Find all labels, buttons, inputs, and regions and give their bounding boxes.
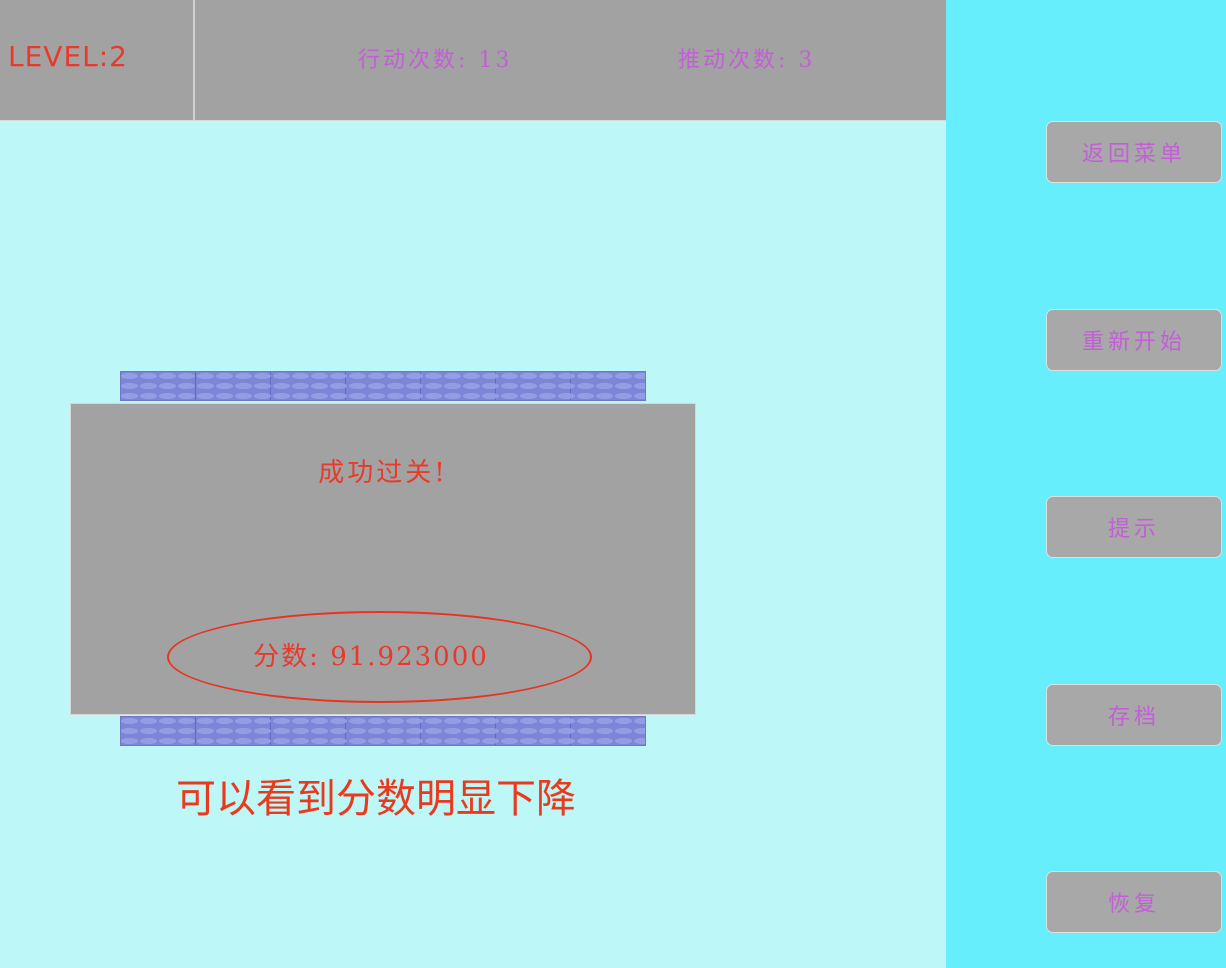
- status-bar: LEVEL:2 行动次数: 13 推动次数: 3: [0, 0, 946, 121]
- move-counter: 行动次数: 13: [358, 48, 513, 73]
- push-counter: 推动次数: 3: [678, 48, 816, 73]
- score-highlight-oval: [167, 611, 592, 703]
- level-panel: LEVEL:2: [0, 0, 195, 120]
- success-title: 成功过关!: [318, 458, 448, 488]
- sidebar: 返回菜单 重新开始 提示 存档 恢复: [946, 0, 1226, 968]
- brick-wall-top: [120, 371, 646, 401]
- level-indicator: LEVEL:2: [8, 40, 128, 73]
- save-button[interactable]: 存档: [1046, 684, 1222, 746]
- brick-wall-bottom: [120, 716, 646, 746]
- restore-button[interactable]: 恢复: [1046, 871, 1222, 933]
- game-area: LEVEL:2 行动次数: 13 推动次数: 3 成功过关! 分数: 91.92…: [0, 0, 946, 968]
- back-to-menu-button[interactable]: 返回菜单: [1046, 121, 1222, 183]
- annotation-caption: 可以看到分数明显下降: [176, 776, 576, 822]
- restart-button[interactable]: 重新开始: [1046, 309, 1222, 371]
- hint-button[interactable]: 提示: [1046, 496, 1222, 558]
